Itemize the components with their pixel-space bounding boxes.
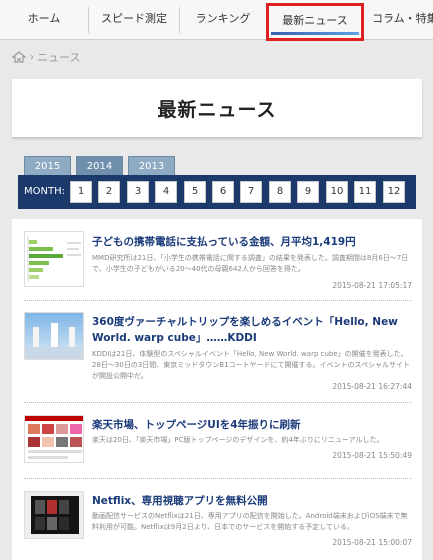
month-button-7[interactable]: 7 (240, 181, 262, 203)
article-summary: 楽天は20日、「楽天市場」PC版トップページのデザインを、約4年ぶりにリニューア… (92, 436, 384, 444)
divider (24, 402, 412, 403)
news-item[interactable]: 子どもの携帯電話に支払っている金額、月平均1,419円 MMD研究所は21日、「… (24, 231, 412, 293)
article-summary: 動画配信サービスのNetflixは21日、専用アプリの配信を開始した。Andro… (92, 512, 408, 531)
month-button-5[interactable]: 5 (184, 181, 206, 203)
month-button-10[interactable]: 10 (326, 181, 348, 203)
article-thumbnail[interactable] (24, 231, 84, 287)
article-date: 2015-08-21 16:27:44 (332, 382, 412, 391)
article-summary: KDDIは21日、体験型のスペシャルイベント「Hello, New World.… (92, 350, 411, 380)
month-button-2[interactable]: 2 (98, 181, 120, 203)
divider (24, 300, 412, 301)
home-icon[interactable] (12, 51, 26, 63)
divider (24, 478, 412, 479)
month-button-6[interactable]: 6 (212, 181, 234, 203)
article-title[interactable]: Netflix、専用視聴アプリを無料公開 (92, 493, 412, 509)
page-title-panel: 最新ニュース (12, 79, 422, 137)
news-list: 子どもの携帯電話に支払っている金額、月平均1,419円 MMD研究所は21日、「… (12, 219, 422, 560)
article-thumbnail[interactable] (24, 491, 84, 539)
article-title[interactable]: 子どもの携帯電話に支払っている金額、月平均1,419円 (92, 234, 412, 250)
nav-ranking[interactable]: ランキング (180, 0, 266, 40)
article-date: 2015-08-21 15:50:49 (332, 451, 412, 460)
nav-columns[interactable]: コラム・特集 (372, 0, 433, 40)
article-thumbnail[interactable] (24, 415, 84, 463)
month-button-11[interactable]: 11 (354, 181, 376, 203)
news-item[interactable]: Netflix、専用視聴アプリを無料公開 動画配信サービスのNetflixは21… (24, 491, 412, 551)
month-button-9[interactable]: 9 (297, 181, 319, 203)
month-bar: MONTH: 1 2 3 4 5 6 7 8 9 10 11 12 (18, 175, 416, 209)
month-button-4[interactable]: 4 (155, 181, 177, 203)
news-item[interactable]: 360度ヴァーチャルトリップを楽しめるイベント「Hello, New World… (24, 312, 412, 391)
active-tab-indicator (271, 32, 359, 35)
article-date: 2015-08-21 17:05:17 (332, 281, 412, 290)
month-button-1[interactable]: 1 (70, 181, 92, 203)
top-nav: ホーム スピード測定 ランキング 最新ニュース コラム・特集 (0, 0, 433, 41)
nav-speed-test[interactable]: スピード測定 (89, 0, 179, 40)
breadcrumb-current: ニュース (37, 51, 81, 64)
year-tab-2013[interactable]: 2013 (128, 156, 175, 175)
article-title[interactable]: 楽天市場、トップページUIを4年振りに刷新 (92, 417, 412, 433)
article-title[interactable]: 360度ヴァーチャルトリップを楽しめるイベント「Hello, New World… (92, 314, 412, 346)
month-button-3[interactable]: 3 (127, 181, 149, 203)
breadcrumb: › ニュース (12, 49, 80, 65)
page-title: 最新ニュース (157, 98, 277, 121)
article-summary: MMD研究所は21日、「小学生の携帯電話に関する調査」の結果を発表した。調査期間… (92, 254, 409, 273)
article-thumbnail[interactable] (24, 312, 84, 360)
nav-latest-news[interactable]: 最新ニュース (266, 3, 364, 41)
year-tab-2015[interactable]: 2015 (24, 156, 71, 175)
month-label: MONTH: (24, 186, 65, 197)
month-button-12[interactable]: 12 (383, 181, 405, 203)
article-date: 2015-08-21 15:00:07 (332, 538, 412, 547)
year-tab-2014[interactable]: 2014 (76, 156, 123, 175)
news-item[interactable]: 楽天市場、トップページUIを4年振りに刷新 楽天は20日、「楽天市場」PC版トッ… (24, 415, 412, 469)
nav-home[interactable]: ホーム (0, 0, 88, 40)
chevron-right-icon: › (30, 51, 34, 63)
month-button-8[interactable]: 8 (269, 181, 291, 203)
